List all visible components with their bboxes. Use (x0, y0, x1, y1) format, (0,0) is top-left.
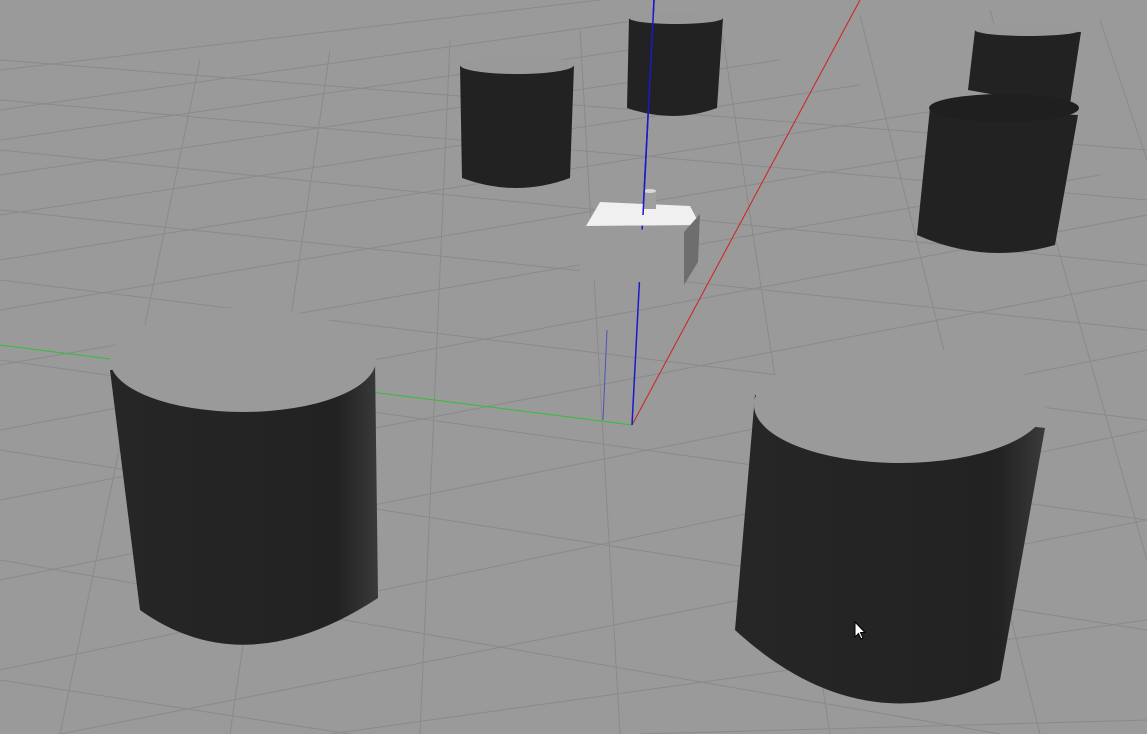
cylinder-obstacle[interactable] (968, 24, 1081, 104)
cylinder-obstacle[interactable] (735, 347, 1046, 704)
scene-canvas[interactable] (0, 0, 1147, 734)
cylinder-obstacle[interactable] (917, 94, 1079, 253)
robot-front-face (580, 226, 684, 285)
cylinder-obstacle[interactable] (110, 308, 378, 645)
cylinder-obstacle[interactable] (627, 12, 723, 116)
3d-viewport[interactable] (0, 0, 1147, 734)
robot-sensor (644, 191, 656, 209)
cylinder-obstacle[interactable] (460, 56, 574, 188)
